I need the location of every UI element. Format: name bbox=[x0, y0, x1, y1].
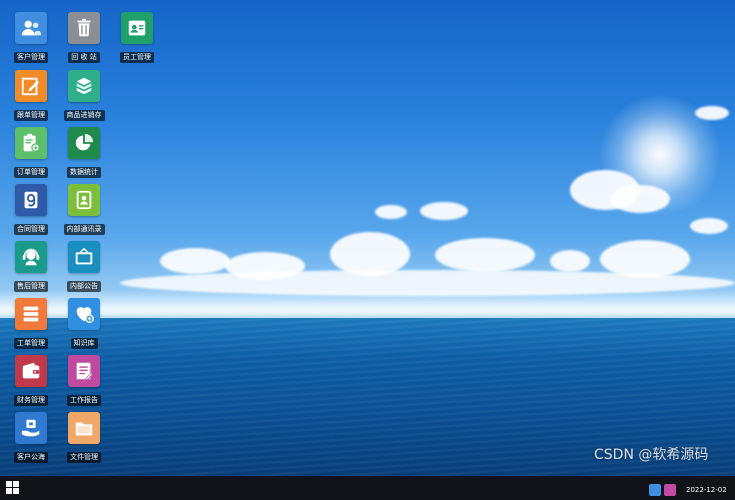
trash-icon bbox=[68, 12, 100, 44]
contract-icon bbox=[15, 184, 47, 216]
desktop-icon-knowledge-base[interactable]: 知识库 bbox=[56, 298, 112, 349]
icon-label: 客户公海 bbox=[14, 452, 48, 463]
notice-board-icon bbox=[68, 241, 100, 273]
cloud bbox=[695, 106, 729, 120]
boxes-icon bbox=[68, 70, 100, 102]
icon-label: 售后管理 bbox=[14, 281, 48, 292]
icon-label: 员工管理 bbox=[120, 52, 154, 63]
cloud bbox=[420, 202, 468, 220]
desktop-icon-follow-up[interactable]: 跟单管理 bbox=[3, 70, 59, 121]
desktop-icon-public-customers[interactable]: 客户公海 bbox=[3, 412, 59, 463]
headset-icon bbox=[15, 241, 47, 273]
csdn-watermark: CSDN @软希源码 bbox=[594, 447, 709, 463]
staff-card-icon bbox=[121, 12, 153, 44]
desktop-icon-announcement[interactable]: 内部公告 bbox=[56, 241, 112, 292]
icon-label: 内部公告 bbox=[67, 281, 101, 292]
desktop-icon-contract-management[interactable]: 合同管理 bbox=[3, 184, 59, 235]
heart-plus-icon bbox=[68, 298, 100, 330]
cloud bbox=[160, 248, 230, 274]
address-book-icon bbox=[68, 184, 100, 216]
icon-label: 订单管理 bbox=[14, 167, 48, 178]
desktop-icon-customer-management[interactable]: 客户管理 bbox=[3, 12, 59, 63]
list-icon bbox=[15, 298, 47, 330]
desktop-icon-ticket-management[interactable]: 工单管理 bbox=[3, 298, 59, 349]
desktop-icon-inventory[interactable]: 商品进销存 bbox=[56, 70, 112, 121]
pie-chart-icon bbox=[68, 127, 100, 159]
system-tray bbox=[649, 481, 679, 500]
report-icon bbox=[68, 355, 100, 387]
desktop-icon-order-management[interactable]: 订单管理 bbox=[3, 127, 59, 178]
taskbar-clock[interactable]: 2022-12-02 bbox=[686, 486, 727, 494]
icon-label: 回 收 站 bbox=[68, 52, 100, 63]
clipboard-gear-icon bbox=[15, 127, 47, 159]
icon-label: 知识库 bbox=[70, 338, 98, 349]
desktop-icon-recycle-bin[interactable]: 回 收 站 bbox=[56, 12, 112, 63]
desktop-icon-statistics[interactable]: 数据统计 bbox=[56, 127, 112, 178]
cloud bbox=[375, 205, 407, 219]
desktop-icon-address-book[interactable]: 内部通讯录 bbox=[56, 184, 112, 235]
windows-start-icon[interactable] bbox=[6, 481, 20, 495]
tray-app-icon[interactable] bbox=[664, 484, 676, 496]
desktop-icon-after-sales[interactable]: 售后管理 bbox=[3, 241, 59, 292]
icon-label: 工作报告 bbox=[67, 395, 101, 406]
icon-label: 财务管理 bbox=[14, 395, 48, 406]
cloud bbox=[120, 270, 735, 296]
tray-app-icon[interactable] bbox=[649, 484, 661, 496]
edit-icon bbox=[15, 70, 47, 102]
desktop-icon-finance[interactable]: 财务管理 bbox=[3, 355, 59, 406]
desktop-icon-file-management[interactable]: 文件管理 bbox=[56, 412, 112, 463]
cloud bbox=[610, 185, 670, 213]
taskbar: 2022-12-02 bbox=[0, 476, 735, 500]
icon-label: 跟单管理 bbox=[14, 110, 48, 121]
cloud bbox=[435, 238, 535, 272]
desktop-icon-work-report[interactable]: 工作报告 bbox=[56, 355, 112, 406]
icon-label: 客户管理 bbox=[14, 52, 48, 63]
cloud bbox=[690, 218, 728, 234]
desktop-icon-staff-management[interactable]: 员工管理 bbox=[109, 12, 165, 63]
cloud bbox=[550, 250, 590, 272]
icon-label: 文件管理 bbox=[67, 452, 101, 463]
folder-icon bbox=[68, 412, 100, 444]
hand-box-icon bbox=[15, 412, 47, 444]
icon-label: 合同管理 bbox=[14, 224, 48, 235]
icon-label: 数据统计 bbox=[67, 167, 101, 178]
icon-label: 工单管理 bbox=[14, 338, 48, 349]
users-icon bbox=[15, 12, 47, 44]
icon-label: 商品进销存 bbox=[63, 110, 105, 121]
icon-label: 内部通讯录 bbox=[63, 224, 105, 235]
wallet-icon bbox=[15, 355, 47, 387]
